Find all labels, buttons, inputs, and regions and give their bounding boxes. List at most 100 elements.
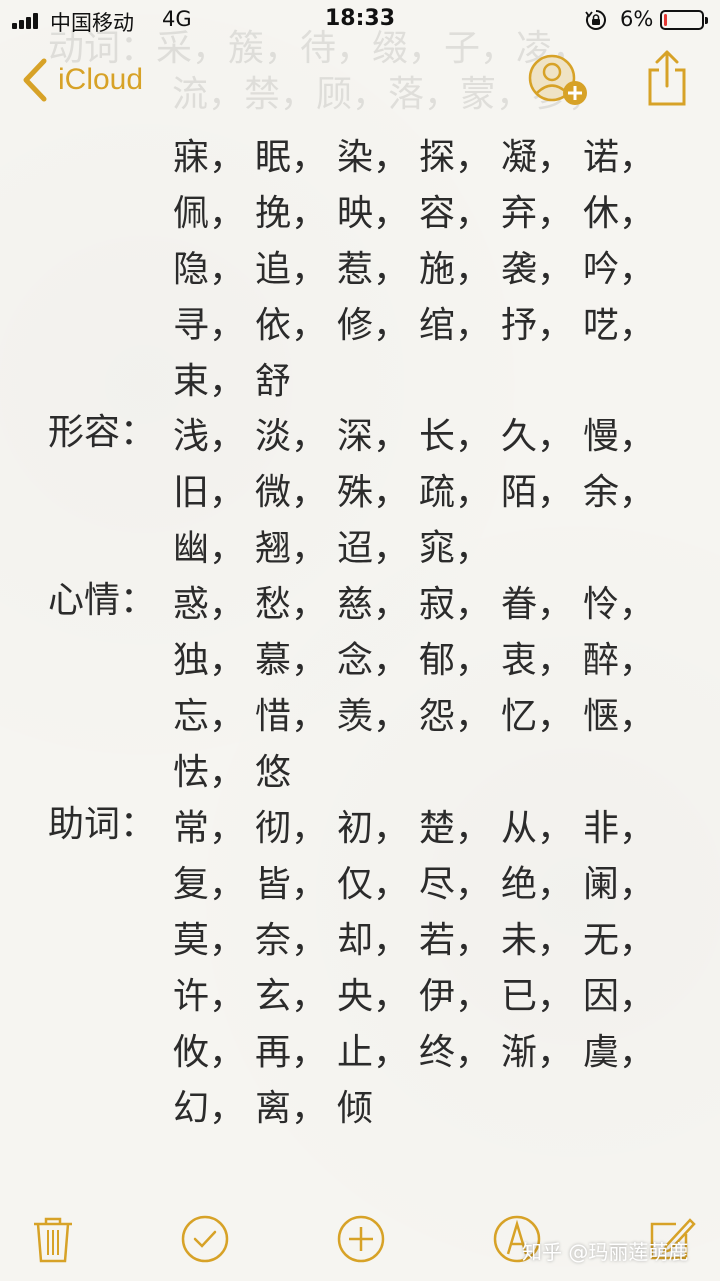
status-time: 18:33	[324, 6, 396, 31]
character-item: 若，	[419, 920, 492, 961]
character-item: 无，	[583, 920, 656, 961]
character-item: 窕，	[419, 528, 492, 569]
character-item: 奈，	[255, 920, 328, 961]
checklist-icon[interactable]	[180, 1214, 230, 1264]
character-item: 悠	[255, 752, 292, 793]
character-item: 抒，	[501, 305, 574, 346]
character-item: 容，	[419, 193, 492, 234]
character-item: 已，	[501, 976, 574, 1017]
character-row: 寐， 眠， 染， 探， 凝， 诺，	[173, 126, 720, 182]
character-item: 染，	[337, 137, 410, 178]
battery-level	[664, 14, 667, 26]
character-row: 幽， 翘， 迢， 窕，	[173, 517, 720, 573]
character-row: 束，舒	[173, 350, 720, 406]
section-label: 心情：	[48, 580, 157, 621]
character-item: 忆，	[501, 696, 574, 737]
character-item: 探，	[419, 137, 492, 178]
character-row: 忘， 惜， 羡， 怨， 忆， 惬，	[173, 685, 720, 741]
character-item: 施，	[419, 249, 492, 290]
trash-icon[interactable]	[28, 1214, 78, 1264]
character-item: 寻，	[173, 305, 246, 346]
character-item: 长，	[419, 416, 492, 457]
character-item: 醉，	[583, 640, 656, 681]
section-label: 形容：	[48, 412, 157, 453]
character-item: 疏，	[419, 472, 492, 513]
character-row: 莫， 奈， 却， 若， 未， 无，	[173, 909, 720, 965]
battery-icon	[660, 10, 708, 30]
character-item: 许，	[173, 976, 246, 1017]
character-item: 愁，	[255, 584, 328, 625]
character-item: 倾	[337, 1088, 374, 1129]
character-item: 非，	[583, 808, 656, 849]
character-item: 佩，	[173, 193, 246, 234]
character-row: 常， 彻， 初， 楚， 从， 非，	[173, 797, 720, 853]
character-item: 微，	[255, 472, 328, 513]
character-item: 虞，	[583, 1032, 656, 1073]
character-item: 舒	[255, 361, 292, 402]
back-button[interactable]: iCloud	[18, 55, 143, 105]
character-row: 隐， 追， 惹， 施， 袭， 吟，	[173, 238, 720, 294]
character-item: 阑，	[583, 864, 656, 905]
character-item: 惑，	[173, 584, 246, 625]
character-item: 依，	[255, 305, 328, 346]
character-item: 慈，	[337, 584, 410, 625]
character-item: 渐，	[501, 1032, 574, 1073]
character-row: 惑， 愁， 慈， 寂， 眷， 怜，	[173, 573, 720, 629]
character-item: 离，	[255, 1088, 328, 1129]
character-item: 绾，	[419, 305, 492, 346]
character-item: 深，	[337, 416, 410, 457]
character-item: 央，	[337, 976, 410, 1017]
character-item: 旧，	[173, 472, 246, 513]
character-item: 追，	[255, 249, 328, 290]
character-item: 怜，	[583, 584, 656, 625]
character-item: 久，	[501, 416, 574, 457]
add-icon[interactable]	[336, 1214, 386, 1264]
character-item: 寐，	[173, 137, 246, 178]
character-item: 再，	[255, 1032, 328, 1073]
character-item: 惜，	[255, 696, 328, 737]
character-row: 复， 皆， 仅， 尽， 绝， 阑，	[173, 853, 720, 909]
share-icon[interactable]	[644, 48, 690, 108]
character-item: 迢，	[337, 528, 410, 569]
character-item: 伊，	[419, 976, 492, 1017]
character-item: 尽，	[419, 864, 492, 905]
character-list: 常， 彻， 初， 楚， 从， 非， 复， 皆， 仅， 尽， 绝， 阑， 莫， 奈， 却， 若， 未， 无， 许， 玄，…	[173, 797, 720, 1133]
character-item: 诺，	[583, 137, 656, 178]
rotation-lock-icon	[585, 10, 606, 30]
character-row: 幻， 离，倾	[173, 1077, 720, 1133]
character-item: 终，	[419, 1032, 492, 1073]
character-item: 却，	[337, 920, 410, 961]
character-row: 怯，悠	[173, 741, 720, 797]
character-item: 陌，	[501, 472, 574, 513]
note-body[interactable]: 动词：采，簇，待，缀，子，凌， 流，禁，顾，落，蒙，参， 寐， 眠， 染， 探， 凝，诺…	[0, 0, 720, 1200]
character-item: 余，	[583, 472, 656, 513]
character-row: 佩， 挽， 映， 容， 弃， 休，	[173, 182, 720, 238]
character-item: 楚，	[419, 808, 492, 849]
character-item: 莫，	[173, 920, 246, 961]
character-item: 袭，	[501, 249, 574, 290]
character-row: 独， 慕， 念， 郁， 衷， 醉，	[173, 629, 720, 685]
character-item: 从，	[501, 808, 574, 849]
character-item: 呓，	[583, 305, 656, 346]
character-item: 束，	[173, 361, 246, 402]
character-item: 休，	[583, 193, 656, 234]
character-item: 常，	[173, 808, 246, 849]
character-item: 隐，	[173, 249, 246, 290]
character-item: 念，	[337, 640, 410, 681]
character-list: 寐， 眠， 染， 探， 凝， 诺， 佩， 挽， 映， 容， 弃， 休， 隐， 追， 惹， 施， 袭， 吟， 寻， 依，…	[173, 126, 720, 406]
character-item: 未，	[501, 920, 574, 961]
character-item: 因，	[583, 976, 656, 1017]
add-person-icon[interactable]	[526, 54, 590, 110]
character-item: 幽，	[173, 528, 246, 569]
character-item: 惬，	[583, 696, 656, 737]
chevron-left-icon	[23, 58, 47, 102]
character-row: 旧， 微， 殊， 疏， 陌， 余，	[173, 461, 720, 517]
character-item: 浅，	[173, 416, 246, 457]
character-item: 彻，	[255, 808, 328, 849]
character-item: 慕，	[255, 640, 328, 681]
character-item: 眷，	[501, 584, 574, 625]
character-item: 修，	[337, 305, 410, 346]
character-item: 慢，	[583, 416, 656, 457]
character-item: 复，	[173, 864, 246, 905]
character-item: 惹，	[337, 249, 410, 290]
